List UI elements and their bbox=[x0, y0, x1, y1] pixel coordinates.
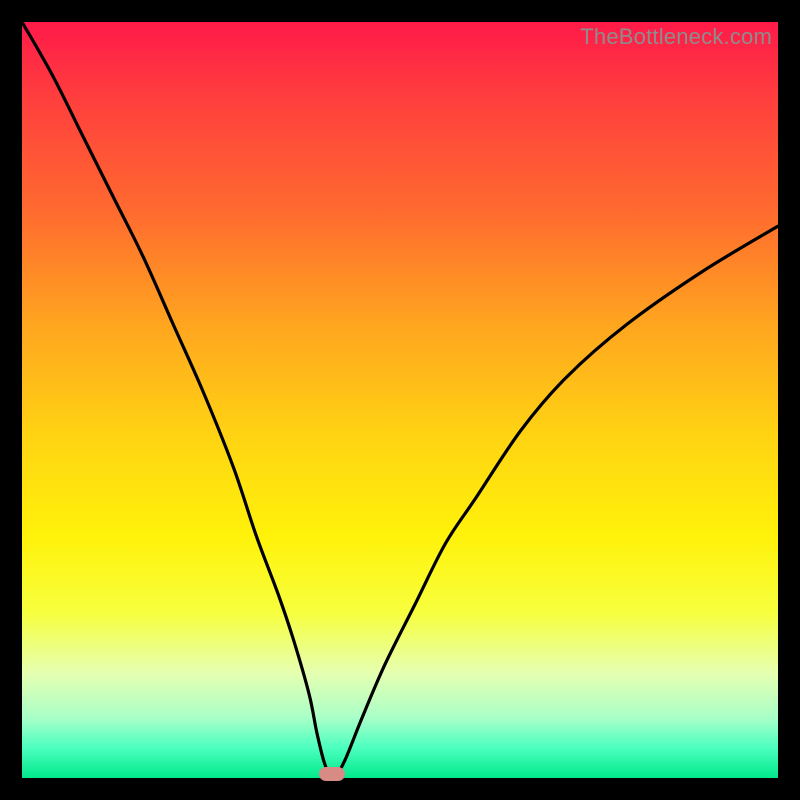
plot-area: TheBottleneck.com bbox=[22, 22, 778, 778]
chart-frame: TheBottleneck.com bbox=[0, 0, 800, 800]
bottleneck-curve bbox=[22, 22, 778, 778]
minimum-marker bbox=[319, 767, 345, 781]
